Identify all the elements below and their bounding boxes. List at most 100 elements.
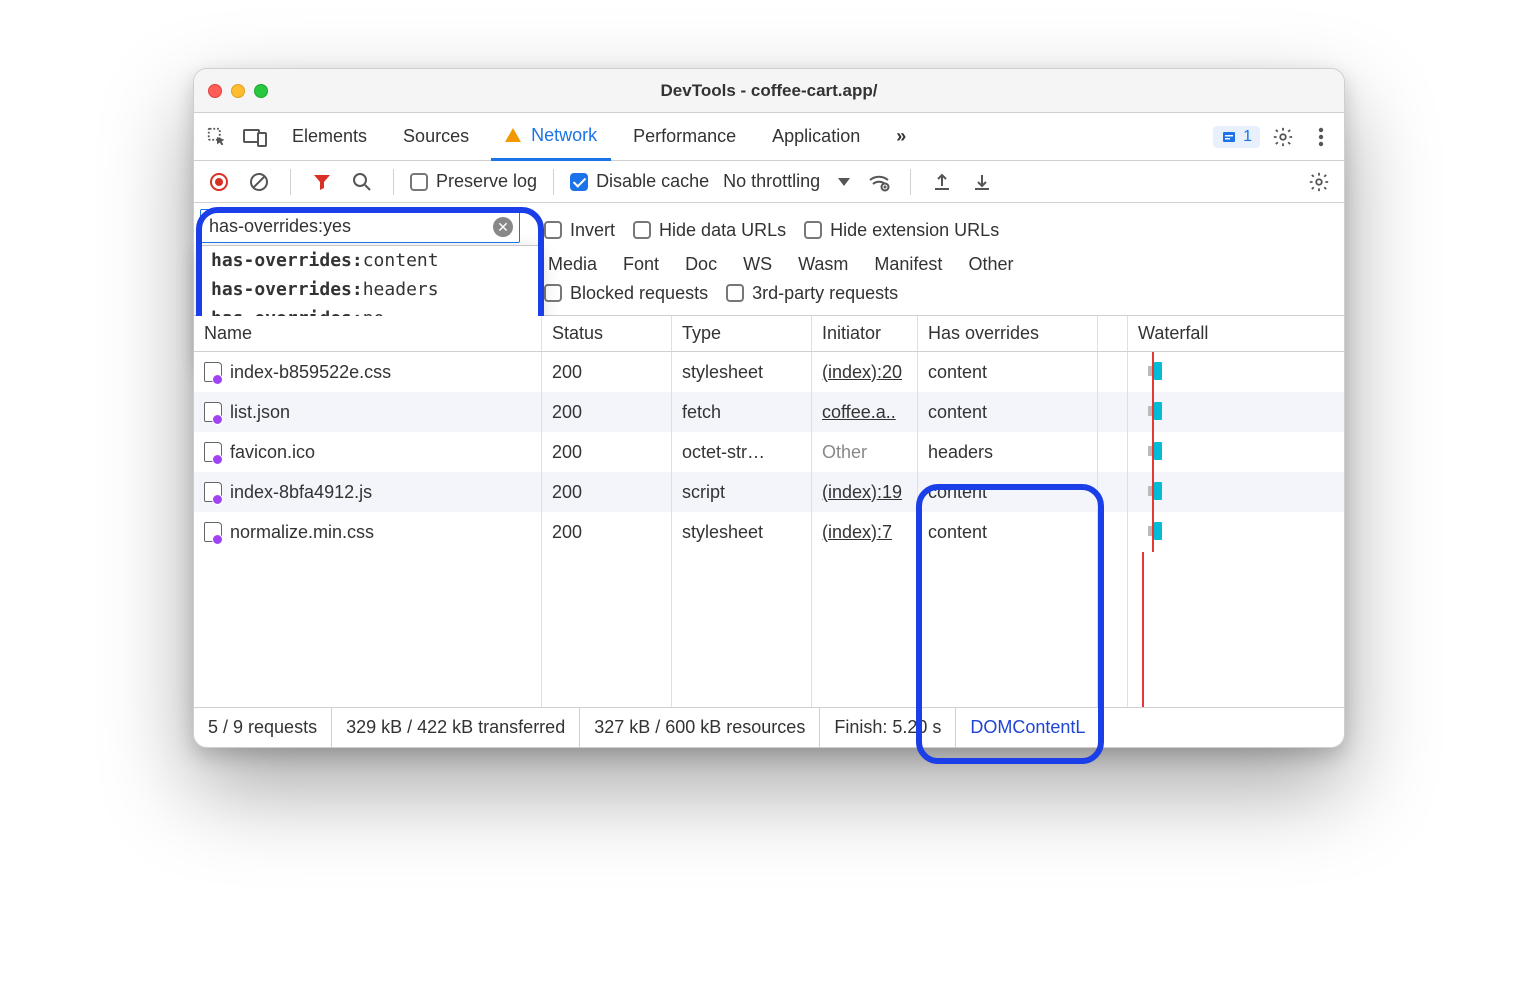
- table-row[interactable]: favicon.ico 200octet-str… Other headers: [194, 432, 1344, 472]
- status-domcontentloaded: DOMContentL: [956, 708, 1099, 747]
- device-toolbar-icon[interactable]: [240, 122, 270, 152]
- hide-extension-urls-checkbox[interactable]: Hide extension URLs: [804, 220, 999, 241]
- preserve-log-checkbox[interactable]: Preserve log: [410, 171, 537, 192]
- initiator-link[interactable]: (index):20: [822, 362, 902, 383]
- col-initiator[interactable]: Initiator: [812, 316, 918, 351]
- download-icon[interactable]: [967, 167, 997, 197]
- cell-initiator: (index):7: [812, 512, 918, 552]
- cell-waterfall: [1128, 512, 1344, 552]
- tab-network[interactable]: Network: [491, 113, 611, 161]
- cell-initiator: (index):19: [812, 472, 918, 512]
- record-button[interactable]: [204, 167, 234, 197]
- col-has-overrides[interactable]: Has overrides: [918, 316, 1098, 351]
- cell-initiator: Other: [812, 432, 918, 472]
- initiator-link[interactable]: coffee.a..: [822, 402, 896, 423]
- cell-status: 200: [542, 352, 672, 392]
- window-title: DevTools - coffee-cart.app/: [194, 81, 1344, 101]
- filter-icon[interactable]: [307, 167, 337, 197]
- filter-input[interactable]: has-overrides:yes ✕: [200, 209, 520, 243]
- cell-type: fetch: [672, 392, 812, 432]
- cell-status: 200: [542, 512, 672, 552]
- kebab-menu-icon[interactable]: [1306, 122, 1336, 152]
- request-name: index-b859522e.css: [230, 362, 391, 383]
- table-header: Name Status Type Initiator Has overrides…: [194, 316, 1344, 352]
- network-table: Name Status Type Initiator Has overrides…: [194, 316, 1344, 707]
- cell-type: octet-str…: [672, 432, 812, 472]
- table-row[interactable]: list.json200fetchcoffee.a..content: [194, 392, 1344, 432]
- issues-button[interactable]: 1: [1213, 126, 1260, 148]
- clear-button[interactable]: [244, 167, 274, 197]
- type-filter-wasm[interactable]: Wasm: [794, 254, 852, 275]
- type-filter-other[interactable]: Other: [964, 254, 1017, 275]
- tab-network-label: Network: [531, 125, 597, 146]
- issues-count: 1: [1243, 128, 1252, 146]
- table-row[interactable]: normalize.min.css200stylesheet(index):7c…: [194, 512, 1344, 552]
- request-name: favicon.ico: [230, 442, 315, 463]
- type-filter-manifest[interactable]: Manifest: [870, 254, 946, 275]
- col-type[interactable]: Type: [672, 316, 812, 351]
- throttling-select[interactable]: No throttling: [719, 171, 854, 192]
- col-spacer: [1098, 316, 1128, 351]
- request-name: list.json: [230, 402, 290, 423]
- cell-spacer: [1098, 392, 1128, 432]
- file-override-icon: [204, 402, 222, 422]
- blocked-requests-checkbox[interactable]: Blocked requests: [544, 283, 708, 304]
- more-tabs-button[interactable]: »: [882, 113, 920, 161]
- upload-icon[interactable]: [927, 167, 957, 197]
- waterfall-timeline-marker: [1142, 552, 1144, 707]
- filter-bar: has-overrides:yes ✕ has-overrides:conten…: [194, 203, 1344, 316]
- cell-status: 200: [542, 432, 672, 472]
- col-status[interactable]: Status: [542, 316, 672, 351]
- suggestion-item[interactable]: has-overrides:content: [201, 246, 539, 275]
- devtools-window: DevTools - coffee-cart.app/ Elements Sou…: [193, 68, 1345, 748]
- request-name: index-8bfa4912.js: [230, 482, 372, 503]
- initiator-link[interactable]: (index):7: [822, 522, 892, 543]
- cell-waterfall: [1128, 392, 1344, 432]
- suggestion-item[interactable]: has-overrides:headers: [201, 275, 539, 304]
- panel-tabs: Elements Sources Network Performance App…: [194, 113, 1344, 161]
- network-conditions-icon[interactable]: [864, 167, 894, 197]
- tab-application[interactable]: Application: [758, 113, 874, 161]
- invert-checkbox[interactable]: Invert: [544, 220, 615, 241]
- file-override-icon: [204, 362, 222, 382]
- third-party-checkbox[interactable]: 3rd-party requests: [726, 283, 898, 304]
- col-name[interactable]: Name: [194, 316, 542, 351]
- cell-waterfall: [1128, 432, 1344, 472]
- initiator-link[interactable]: (index):19: [822, 482, 902, 503]
- inspect-element-icon[interactable]: [202, 122, 232, 152]
- titlebar: DevTools - coffee-cart.app/: [194, 69, 1344, 113]
- tab-performance[interactable]: Performance: [619, 113, 750, 161]
- table-row[interactable]: index-b859522e.css200stylesheet(index):2…: [194, 352, 1344, 392]
- cell-status: 200: [542, 392, 672, 432]
- disable-cache-checkbox[interactable]: Disable cache: [570, 171, 709, 192]
- clear-filter-icon[interactable]: ✕: [493, 217, 513, 237]
- hide-data-urls-checkbox[interactable]: Hide data URLs: [633, 220, 786, 241]
- cell-has-overrides: content: [918, 352, 1098, 392]
- table-row[interactable]: index-8bfa4912.js200script(index):19cont…: [194, 472, 1344, 512]
- col-waterfall[interactable]: Waterfall: [1128, 316, 1344, 351]
- initiator-text: Other: [822, 442, 867, 463]
- type-filter-media[interactable]: Media: [544, 254, 601, 275]
- file-override-icon: [204, 482, 222, 502]
- status-transferred: 329 kB / 422 kB transferred: [332, 708, 580, 747]
- status-requests: 5 / 9 requests: [194, 708, 332, 747]
- cell-has-overrides: content: [918, 512, 1098, 552]
- file-override-icon: [204, 522, 222, 542]
- chevron-down-icon: [838, 178, 850, 186]
- status-bar: 5 / 9 requests 329 kB / 422 kB transferr…: [194, 707, 1344, 747]
- network-settings-icon[interactable]: [1304, 167, 1334, 197]
- cell-spacer: [1098, 352, 1128, 392]
- cell-type: script: [672, 472, 812, 512]
- cell-has-overrides: headers: [918, 432, 1098, 472]
- cell-spacer: [1098, 512, 1128, 552]
- status-finish: Finish: 5.20 s: [820, 708, 956, 747]
- type-filter-doc[interactable]: Doc: [681, 254, 721, 275]
- search-icon[interactable]: [347, 167, 377, 197]
- settings-icon[interactable]: [1268, 122, 1298, 152]
- tab-sources[interactable]: Sources: [389, 113, 483, 161]
- cell-waterfall: [1128, 352, 1344, 392]
- type-filter-font[interactable]: Font: [619, 254, 663, 275]
- warning-icon: [505, 128, 521, 142]
- tab-elements[interactable]: Elements: [278, 113, 381, 161]
- type-filter-ws[interactable]: WS: [739, 254, 776, 275]
